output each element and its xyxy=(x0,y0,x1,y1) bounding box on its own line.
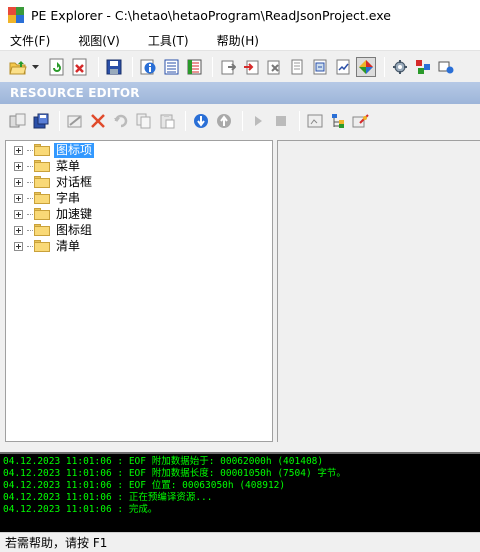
tools-icon[interactable] xyxy=(436,57,456,77)
expand-icon[interactable] xyxy=(14,193,23,203)
settings-icon[interactable] xyxy=(351,111,371,131)
options-icon[interactable] xyxy=(390,57,410,77)
tree-item[interactable]: 图标组 xyxy=(14,222,94,238)
log-line: 04.12.2023 11:01:06 : 正在预编译资源... xyxy=(3,492,213,503)
window-title: PE Explorer - C:\hetao\hetaoProgram\Read… xyxy=(31,7,391,23)
main-toolbar xyxy=(0,50,480,82)
expand-icon[interactable] xyxy=(14,145,23,155)
import-icon[interactable] xyxy=(241,57,261,77)
tree-item-label[interactable]: 清单 xyxy=(54,239,82,254)
data-directories-icon[interactable] xyxy=(184,57,204,77)
properties-icon[interactable] xyxy=(305,111,325,131)
copy-icon[interactable] xyxy=(134,111,154,131)
folder-icon xyxy=(34,192,50,204)
toolbar-separator xyxy=(242,111,243,131)
menu-tools[interactable]: 工具(T) xyxy=(139,32,198,49)
tree-item-label[interactable]: 菜单 xyxy=(54,159,82,174)
menu-help[interactable]: 帮助(H) xyxy=(208,32,268,49)
debug-info-icon[interactable] xyxy=(310,57,330,77)
toolbar-separator xyxy=(299,111,300,131)
folder-icon xyxy=(34,160,50,172)
save-icon[interactable] xyxy=(104,57,124,77)
log-line: 04.12.2023 11:01:06 : EOF 附加数据长度: 000010… xyxy=(3,468,346,479)
menu-file[interactable]: 文件(F) xyxy=(0,32,59,49)
toolbar-separator xyxy=(59,111,60,131)
play-icon[interactable] xyxy=(248,111,268,131)
dependency-icon[interactable] xyxy=(333,57,353,77)
dropdown-arrow-icon[interactable] xyxy=(31,57,41,77)
upload-icon[interactable] xyxy=(214,111,234,131)
toolbar-separator xyxy=(132,56,133,77)
folder-icon xyxy=(34,224,50,236)
status-bar: 若需帮助，请按 F1 xyxy=(0,532,480,552)
headers-icon[interactable] xyxy=(161,57,181,77)
tree-item-label[interactable]: 对话框 xyxy=(54,175,94,190)
view-tree-icon[interactable] xyxy=(328,111,348,131)
edit-icon[interactable] xyxy=(65,111,85,131)
resource-editor-title: RESOURCE EDITOR xyxy=(10,86,140,100)
tree-item[interactable]: 清单 xyxy=(14,238,82,254)
open-icon[interactable] xyxy=(8,57,28,77)
folder-icon xyxy=(34,240,50,252)
status-text: 若需帮助，请按 F1 xyxy=(5,536,108,550)
title-bar: PE Explorer - C:\hetao\hetaoProgram\Read… xyxy=(0,0,480,30)
resource-tree[interactable]: 图标项 菜单 对话框 字串 加速键 图标组 清单 xyxy=(5,140,273,442)
extract-icon[interactable] xyxy=(8,111,28,131)
app-icon xyxy=(8,7,24,23)
folder-icon xyxy=(34,176,50,188)
tree-item-label[interactable]: 字串 xyxy=(54,191,82,206)
tree-item-label[interactable]: 图标项 xyxy=(54,142,95,158)
tree-item[interactable]: 加速键 xyxy=(14,206,94,222)
refresh-icon[interactable] xyxy=(47,57,67,77)
expand-icon[interactable] xyxy=(14,241,23,251)
stop-icon[interactable] xyxy=(271,111,291,131)
info-icon[interactable] xyxy=(138,57,158,77)
log-line: 04.12.2023 11:01:06 : 完成。 xyxy=(3,504,158,515)
download-icon[interactable] xyxy=(191,111,211,131)
export-icon[interactable] xyxy=(264,57,284,77)
tree-item-label[interactable]: 加速键 xyxy=(54,207,94,222)
tree-item-label[interactable]: 图标组 xyxy=(54,223,94,238)
toolbar-separator xyxy=(185,111,186,131)
toolbar-separator xyxy=(384,56,385,77)
expand-icon[interactable] xyxy=(14,161,23,171)
expand-icon[interactable] xyxy=(14,177,23,187)
resources-icon[interactable] xyxy=(287,57,307,77)
menu-view[interactable]: 视图(V) xyxy=(69,32,129,49)
tree-item[interactable]: 图标项 xyxy=(14,142,95,158)
resource-toolbar xyxy=(0,104,480,138)
resource-editor-header: RESOURCE EDITOR xyxy=(0,82,480,104)
expand-icon[interactable] xyxy=(14,225,23,235)
log-line: 04.12.2023 11:01:06 : EOF 位置: 00063050h … xyxy=(3,480,286,491)
splitter[interactable] xyxy=(0,444,480,452)
folder-icon xyxy=(34,144,50,156)
folder-icon xyxy=(34,208,50,220)
delete-icon[interactable] xyxy=(88,111,108,131)
plugins-icon[interactable] xyxy=(413,57,433,77)
log-panel: 04.12.2023 11:01:06 : EOF 附加数据始于: 000620… xyxy=(0,452,480,532)
expand-icon[interactable] xyxy=(14,209,23,219)
toolbar-separator xyxy=(98,56,99,77)
undo-icon[interactable] xyxy=(111,111,131,131)
resource-view-panel xyxy=(277,140,480,442)
tree-item[interactable]: 字串 xyxy=(14,190,82,206)
menu-bar: 文件(F) 视图(V) 工具(T) 帮助(H) xyxy=(0,30,480,50)
tree-item[interactable]: 菜单 xyxy=(14,158,82,174)
paste-icon[interactable] xyxy=(157,111,177,131)
toolbar-separator xyxy=(212,56,213,77)
resource-editor-icon[interactable] xyxy=(356,56,376,77)
log-line: 04.12.2023 11:01:06 : EOF 附加数据始于: 000620… xyxy=(3,456,324,467)
close-file-icon[interactable] xyxy=(70,57,90,77)
save-resource-icon[interactable] xyxy=(31,111,51,131)
section-headers-icon[interactable] xyxy=(218,57,238,77)
tree-item[interactable]: 对话框 xyxy=(14,174,94,190)
